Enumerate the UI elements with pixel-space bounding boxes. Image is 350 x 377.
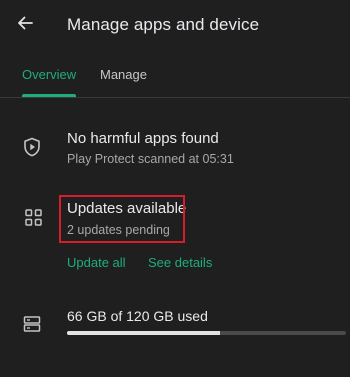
storage-label[interactable]: 66 GB of 120 GB used — [67, 308, 208, 324]
storage-progress-bar — [67, 331, 346, 335]
tab-divider — [0, 97, 350, 98]
storage-icon — [22, 314, 42, 334]
see-details-button[interactable]: See details — [148, 255, 212, 270]
back-button[interactable] — [10, 10, 40, 40]
apps-grid-icon — [23, 207, 43, 227]
shield-play-icon — [22, 137, 42, 157]
storage-progress-fill — [67, 331, 221, 335]
protect-status-subtitle: Play Protect scanned at 05:31 — [67, 152, 234, 166]
top-app-bar: Manage apps and device — [0, 0, 350, 52]
protect-status-title[interactable]: No harmful apps found — [67, 130, 219, 147]
tab-manage[interactable]: Manage — [100, 67, 147, 82]
tab-overview[interactable]: Overview — [22, 67, 76, 82]
arrow-left-icon — [16, 14, 34, 37]
page-title: Manage apps and device — [67, 15, 260, 34]
update-all-button[interactable]: Update all — [67, 255, 126, 270]
highlight-box — [59, 195, 185, 243]
tab-bar: Overview Manage — [0, 52, 350, 97]
manage-apps-screen: Manage apps and device Overview Manage N… — [0, 0, 350, 377]
